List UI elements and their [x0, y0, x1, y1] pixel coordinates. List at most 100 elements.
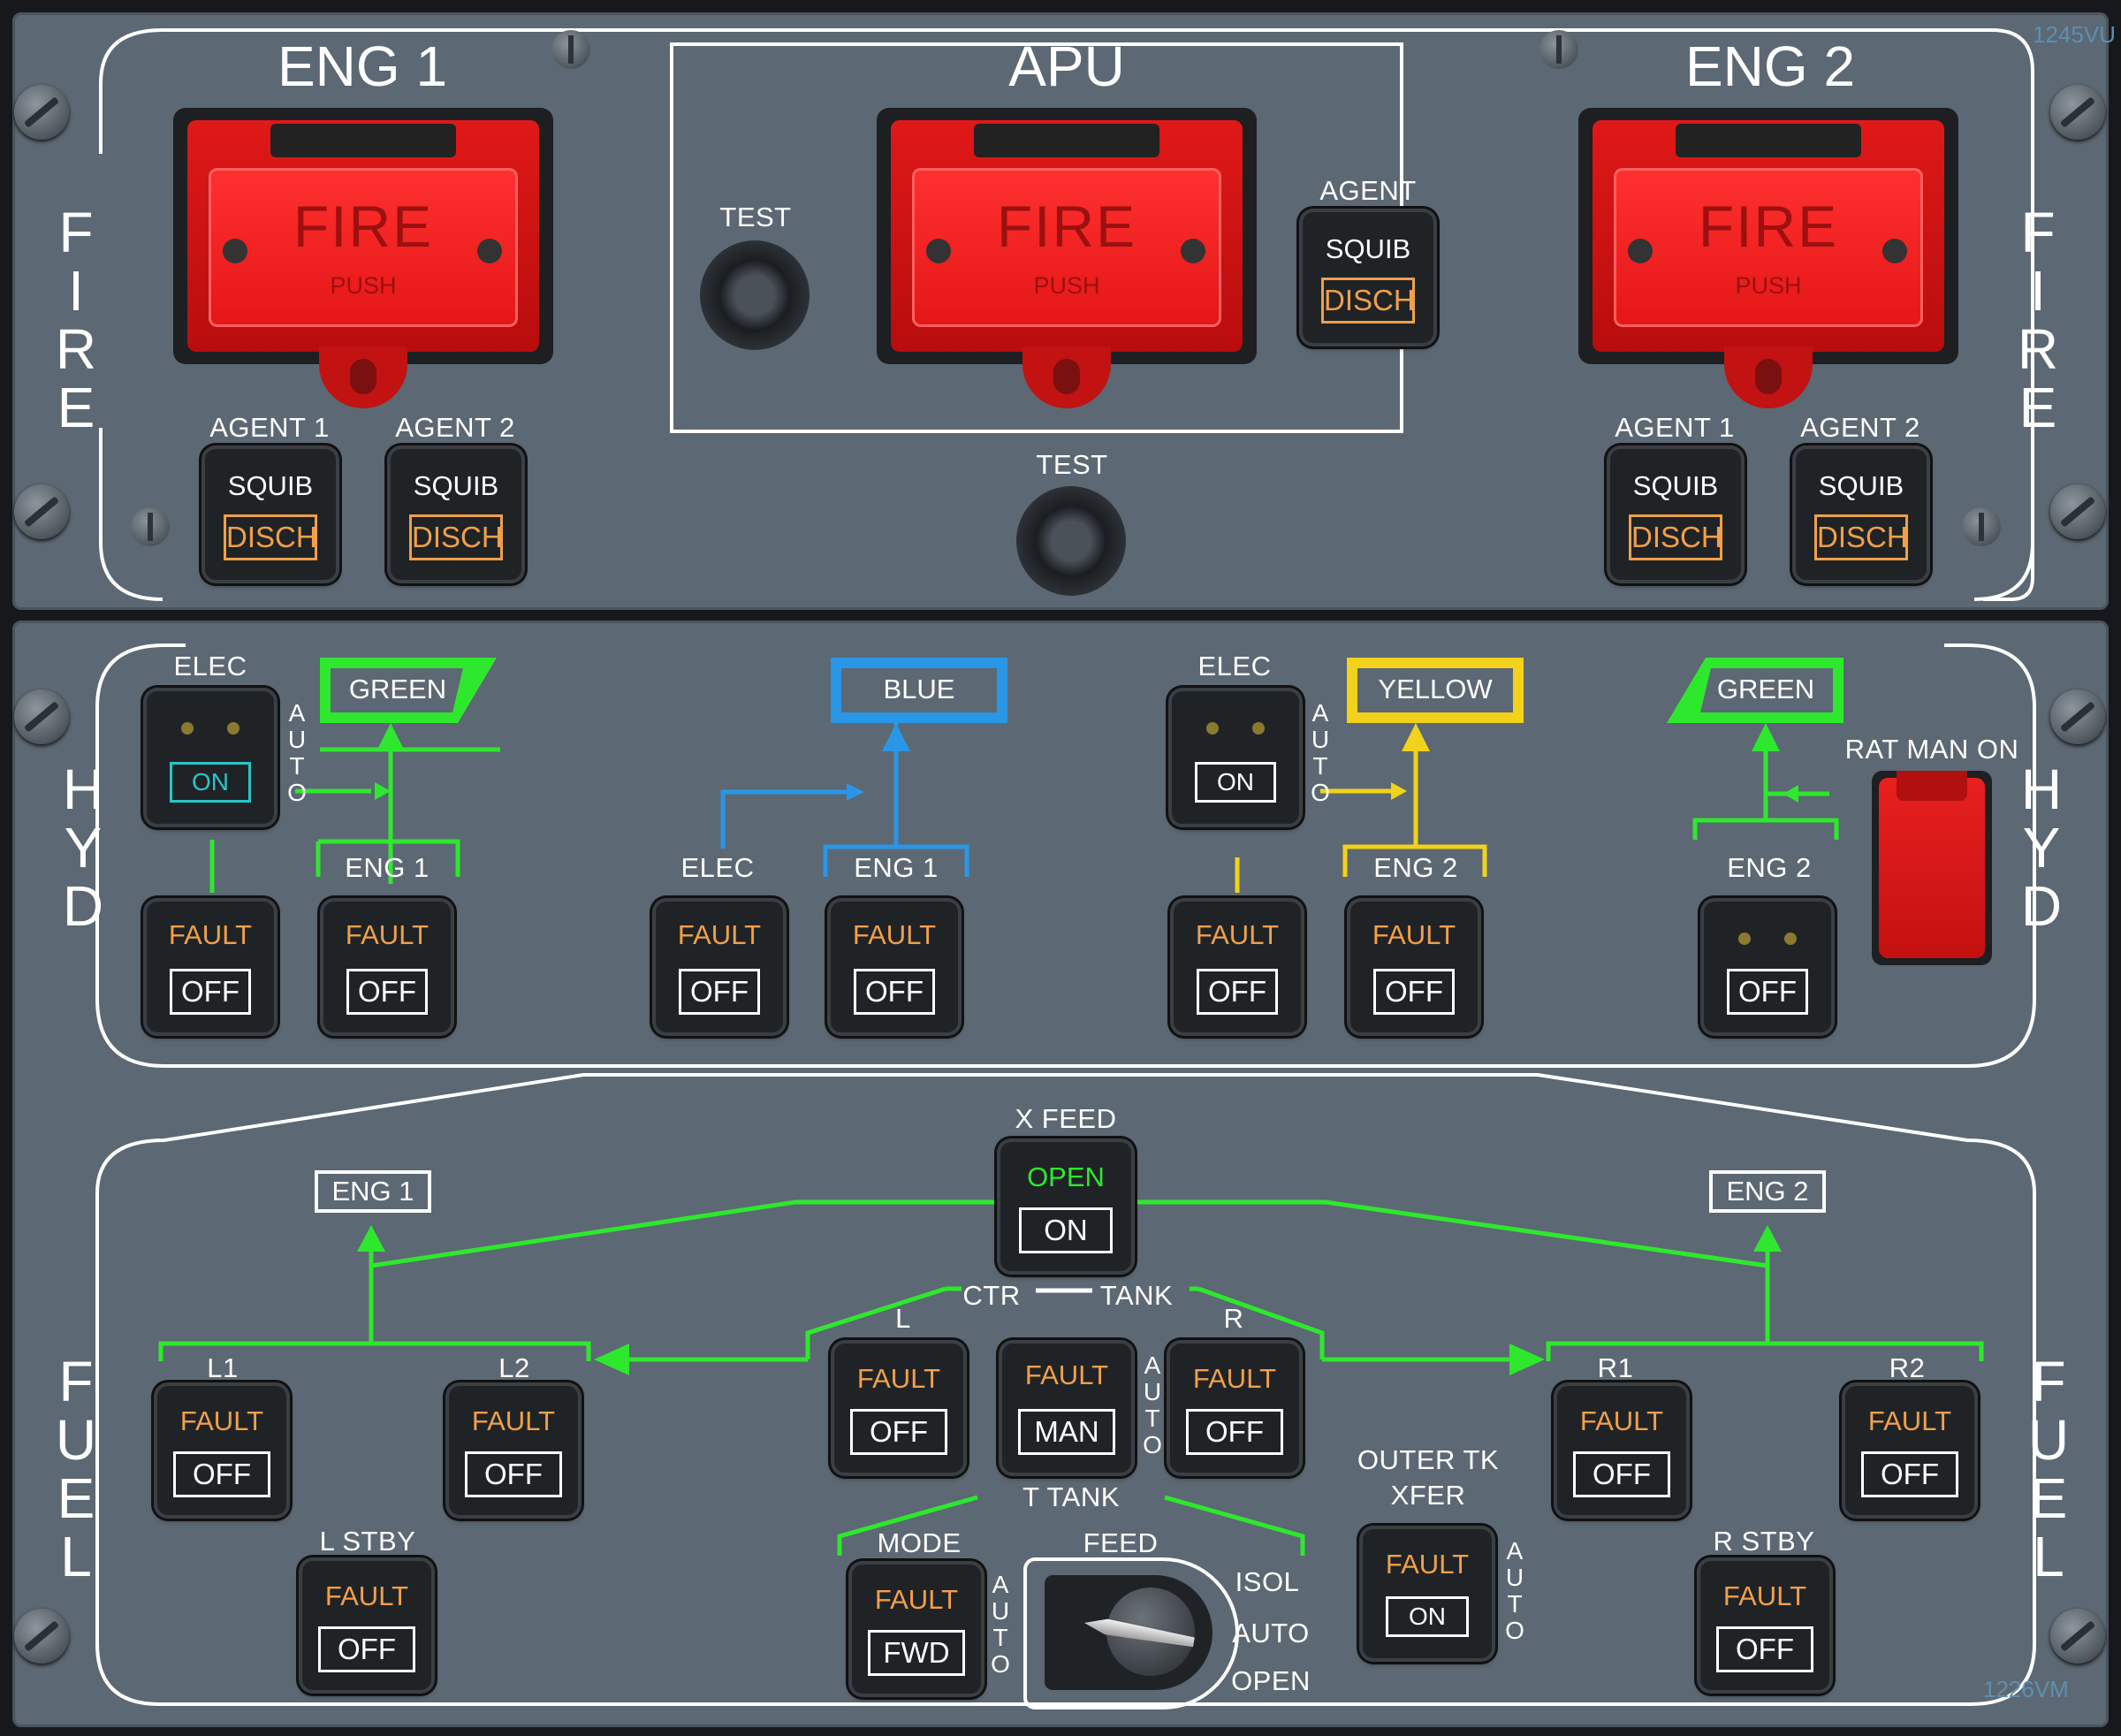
fuel-l1-pump-button[interactable]: FAULT OFF	[157, 1386, 286, 1515]
fuel-r1-label: R1	[1597, 1352, 1634, 1383]
hyd-blue-label: BLUE	[883, 674, 955, 704]
fuel-t-tank-mode-button[interactable]: FAULT FWD	[852, 1565, 981, 1694]
fault-label: FAULT	[852, 919, 937, 950]
hyd-blue-elec-pump-button[interactable]: FAULT OFF	[656, 902, 783, 1032]
feed-open-label: OPEN	[1231, 1665, 1311, 1696]
off-label: OFF	[173, 1451, 270, 1497]
fuel-r-stby-pump-button[interactable]: FAULT OFF	[1700, 1561, 1829, 1690]
on-label: ON	[1386, 1596, 1469, 1637]
hyd-auto-label: AUTO	[287, 699, 307, 806]
fault-label: FAULT	[324, 1580, 409, 1611]
screw	[2050, 689, 2105, 744]
fuel-r1-pump-button[interactable]: FAULT OFF	[1557, 1386, 1686, 1515]
fuel-ctr-r-pump-button[interactable]: FAULT OFF	[1170, 1344, 1299, 1473]
man-label: MAN	[1018, 1409, 1115, 1455]
hyd-eng1-label-blue: ENG 1	[854, 852, 939, 883]
hyd-side-label-right: HYD	[2020, 758, 2063, 938]
fuel-feed-label: FEED	[1083, 1527, 1159, 1558]
hyd-auto-label: AUTO	[1311, 699, 1330, 806]
fuel-tank-label: TANK	[1099, 1280, 1174, 1311]
outer-tk-label: OUTER TK	[1357, 1444, 1500, 1475]
fault-label: FAULT	[1192, 1363, 1277, 1394]
fault-label: FAULT	[677, 919, 762, 950]
off-label: OFF	[1186, 1409, 1283, 1455]
overhead-panel: 1245VU FIRE FIRE ENG 1 APU ENG 2 FIRE PUS…	[0, 0, 2121, 1736]
fault-label: FAULT	[1024, 1359, 1109, 1390]
fuel-r2-pump-button[interactable]: FAULT OFF	[1845, 1386, 1974, 1515]
off-label: OFF	[1861, 1451, 1958, 1497]
feed-auto-label: AUTO	[1232, 1618, 1310, 1648]
fault-label: FAULT	[874, 1584, 959, 1615]
hyd-elec-on-label: ON	[1195, 762, 1276, 803]
outer-tk-auto-label: AUTO	[1505, 1537, 1524, 1644]
outer-tk-xfer-button[interactable]: FAULT ON	[1363, 1529, 1492, 1658]
hyd-green-label: GREEN	[1716, 674, 1815, 704]
off-label: OFF	[854, 969, 935, 1015]
xfeed-on-label: ON	[1019, 1207, 1113, 1253]
fault-label: FAULT	[1722, 1580, 1807, 1611]
fuel-t-tank-label: T TANK	[1022, 1481, 1120, 1512]
hyd-yellow-tag: YELLOW	[1347, 658, 1524, 723]
fault-label: FAULT	[471, 1405, 556, 1436]
hyd-green-eng1-pump-button[interactable]: FAULT OFF	[323, 902, 451, 1032]
xfeed-button[interactable]: OPEN ON	[1000, 1142, 1131, 1271]
hyd-elec-label-blue: ELEC	[680, 852, 755, 883]
screw	[14, 1609, 69, 1664]
off-label: OFF	[1727, 969, 1808, 1015]
fuel-eng1-tag: ENG 1	[315, 1170, 431, 1213]
xfeed-label: X FEED	[1015, 1103, 1117, 1134]
fault-label: FAULT	[1385, 1549, 1470, 1580]
off-label: OFF	[346, 969, 428, 1015]
off-label: OFF	[850, 1409, 947, 1455]
fuel-mode-sel-button[interactable]: FAULT MAN	[1002, 1344, 1131, 1473]
fuel-l2-pump-button[interactable]: FAULT OFF	[449, 1386, 578, 1515]
fault-label: FAULT	[1195, 919, 1280, 950]
off-label: OFF	[679, 969, 760, 1015]
hyd-green-label: GREEN	[348, 674, 447, 704]
xfer-label: XFER	[1390, 1480, 1466, 1511]
feed-isol-label: ISOL	[1235, 1566, 1300, 1597]
hyd-blue-eng1-pump-button[interactable]: FAULT OFF	[831, 902, 958, 1032]
off-label: OFF	[170, 969, 251, 1015]
hyd-blue-tag: BLUE	[831, 658, 1007, 723]
l-stby-label: L STBY	[319, 1526, 416, 1557]
hyd-eng2-label: ENG 2	[1373, 852, 1458, 883]
fuel-r-label: R	[1223, 1303, 1244, 1334]
hyd-green-elec-pump-button[interactable]: ON	[147, 691, 274, 824]
xfeed-open-label: OPEN	[1027, 1161, 1105, 1192]
hyd-elec-on-label: ON	[170, 762, 251, 803]
off-label: OFF	[1373, 969, 1455, 1015]
off-label: OFF	[465, 1451, 562, 1497]
fuel-feed-selector[interactable]	[1023, 1557, 1239, 1709]
hyd-yellow-elec-fault-button[interactable]: FAULT OFF	[1174, 902, 1301, 1032]
fault-label: FAULT	[345, 919, 430, 950]
hyd-elec-label-mid: ELEC	[1197, 651, 1272, 681]
hyd-side-label-left: HYD	[62, 758, 104, 938]
hyd-yellow-eng2-pump-button[interactable]: FAULT OFF	[1350, 902, 1478, 1032]
screw	[2050, 1609, 2105, 1664]
fwd-label: FWD	[868, 1630, 965, 1676]
hyd-yellow-elec-pump-button[interactable]: ON	[1172, 691, 1299, 824]
fault-label: FAULT	[856, 1363, 941, 1394]
fault-label: FAULT	[1579, 1405, 1664, 1436]
fuel-l1-label: L1	[207, 1352, 239, 1383]
fuel-r2-label: R2	[1889, 1352, 1926, 1383]
hyd-elec-label-left: ELEC	[173, 651, 247, 681]
hyd-green-eng2-pump-button[interactable]: OFF	[1704, 902, 1831, 1032]
fuel-l-stby-pump-button[interactable]: FAULT OFF	[302, 1561, 431, 1690]
fuel-ctr-l-pump-button[interactable]: FAULT OFF	[834, 1344, 963, 1473]
fault-label: FAULT	[179, 1405, 264, 1436]
hyd-ptu-button[interactable]: FAULT OFF	[147, 902, 274, 1032]
hyd-indicator-lights	[1722, 919, 1813, 958]
fuel-auto-label: AUTO	[1143, 1351, 1162, 1458]
hyd-eng2-label-right: ENG 2	[1727, 852, 1812, 883]
hyd-elec-indicator	[1190, 709, 1281, 748]
off-label: OFF	[1197, 969, 1278, 1015]
fuel-l2-label: L2	[498, 1352, 530, 1383]
fuel-l-label: L	[895, 1303, 911, 1334]
rat-man-on-button[interactable]	[1872, 771, 1992, 965]
fuel-side-label-left: FUEL	[55, 1350, 97, 1588]
fault-label: FAULT	[1372, 919, 1456, 950]
fault-label: FAULT	[168, 919, 253, 950]
fuel-mode-auto-label: AUTO	[991, 1571, 1010, 1678]
